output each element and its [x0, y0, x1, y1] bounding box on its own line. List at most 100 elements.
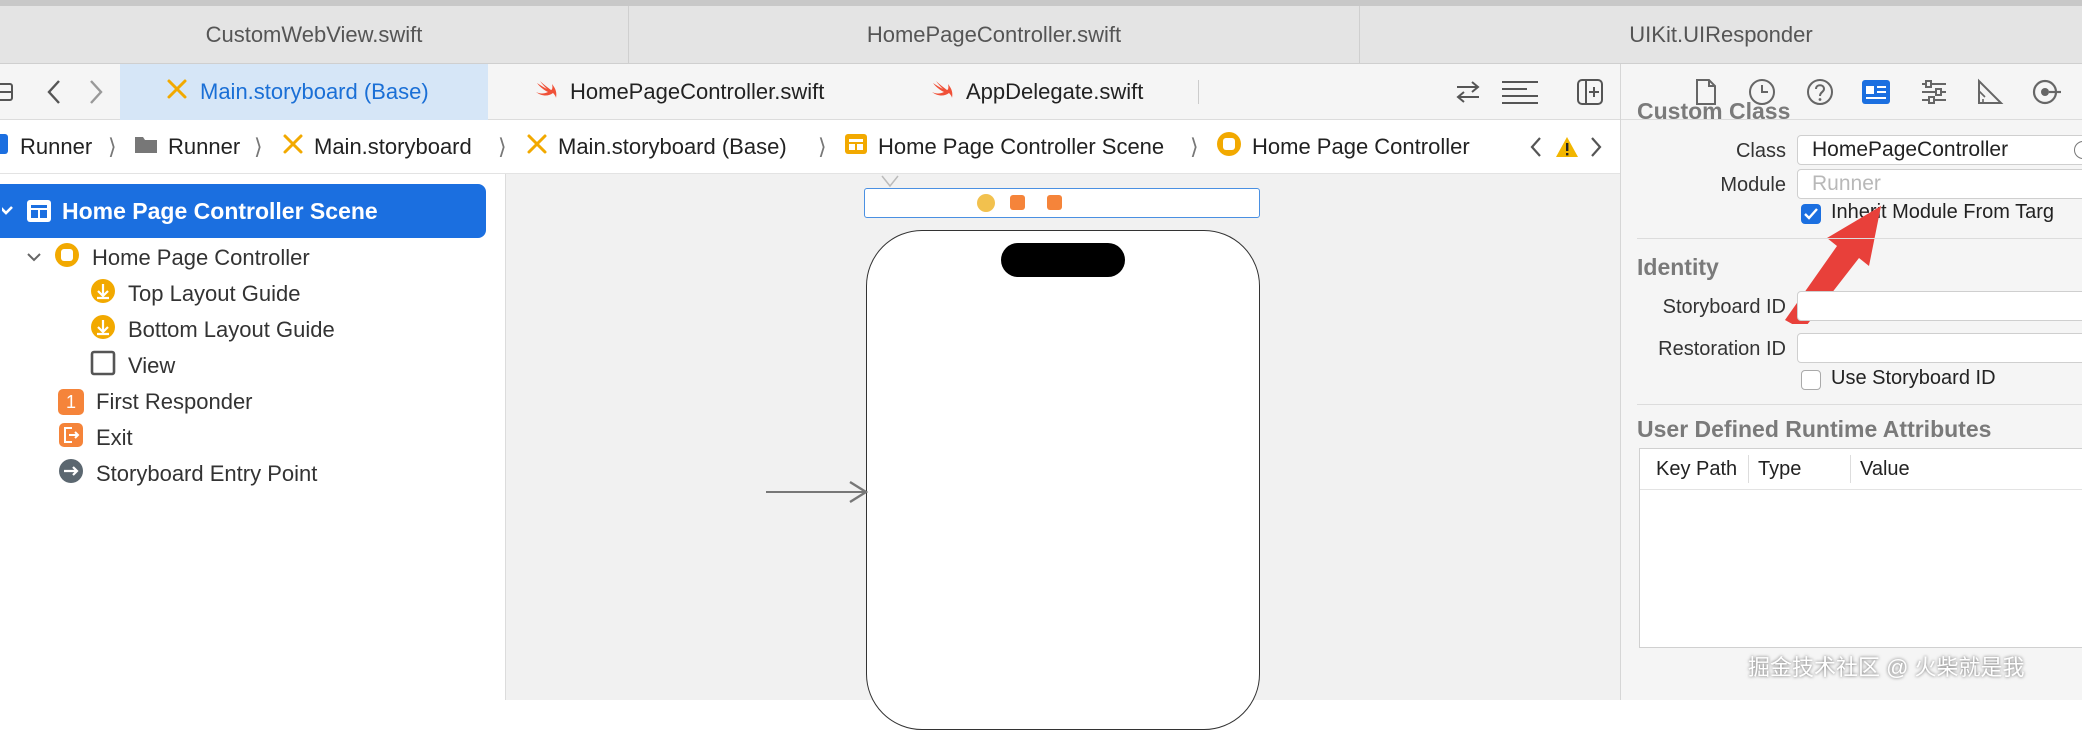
column-type[interactable]: Type — [1758, 458, 1801, 481]
breadcrumb-controller[interactable]: Home Page Controller — [1216, 120, 1470, 174]
go-to-class-arrow-icon[interactable] — [2074, 141, 2082, 159]
project-icon — [0, 132, 10, 162]
breadcrumb-label: Main.storyboard — [314, 134, 472, 159]
outline-item-first-responder[interactable]: 1 First Responder — [58, 385, 253, 419]
module-field-placeholder: Runner — [1812, 172, 1881, 195]
previous-issue-icon[interactable] — [1526, 132, 1546, 162]
runtime-attributes-title: User Defined Runtime Attributes — [1637, 416, 1992, 442]
breadcrumb-scene[interactable]: Home Page Controller Scene — [844, 120, 1164, 174]
class-label: Class — [1735, 140, 1786, 162]
dock-first-responder-icon[interactable] — [1010, 195, 1025, 210]
dynamic-island — [1001, 243, 1125, 277]
editor-toolbar: Main.storyboard (Base) HomePageControlle… — [0, 64, 1620, 120]
view-controller-icon — [1216, 131, 1242, 163]
iphone-frame[interactable] — [866, 230, 1260, 730]
storyboard-id-label: Storyboard ID — [1662, 296, 1786, 318]
breadcrumb-runner-folder[interactable]: Runner — [134, 120, 240, 174]
exit-icon — [58, 422, 84, 454]
editor-tab-main-storyboard[interactable]: Main.storyboard (Base) — [120, 64, 488, 120]
lines-icon[interactable] — [1500, 76, 1540, 108]
section-divider — [1637, 238, 2082, 239]
document-outline: Home Page Controller Scene Home Page Con… — [0, 174, 506, 700]
help-inspector-icon[interactable] — [1803, 75, 1837, 109]
view-controller-icon — [54, 242, 80, 274]
restoration-id-field[interactable] — [1797, 333, 2082, 363]
add-editor-icon[interactable] — [1574, 76, 1606, 108]
breadcrumb-label: Main.storyboard (Base) — [558, 134, 787, 159]
swift-icon — [930, 78, 954, 106]
class-field-value: HomePageController — [1812, 138, 2009, 161]
outline-scene-label: Home Page Controller Scene — [62, 197, 378, 224]
storyboard-canvas[interactable] — [506, 174, 1620, 730]
chevron-right-icon: ⟩ — [1190, 134, 1199, 159]
breadcrumb-runner-project[interactable]: Runner — [0, 120, 92, 174]
class-field[interactable]: HomePageController — [1797, 135, 2082, 165]
connections-inspector-icon[interactable] — [2029, 75, 2063, 109]
inspector-panel: Custom Class Class HomePageController Mo… — [1620, 64, 2082, 700]
outline-item-exit[interactable]: Exit — [58, 421, 133, 455]
layout-guide-icon — [90, 278, 116, 310]
next-issue-icon[interactable] — [1586, 132, 1606, 162]
warning-icon[interactable] — [1554, 132, 1580, 162]
outline-item-label: Home Page Controller — [92, 245, 310, 270]
storyboard-icon — [166, 78, 188, 106]
chevron-right-icon: ⟩ — [498, 134, 507, 159]
outline-item-label: View — [128, 353, 176, 378]
breadcrumb-main-storyboard[interactable]: Main.storyboard — [282, 120, 472, 174]
outline-item-top-layout-guide[interactable]: Top Layout Guide — [90, 277, 300, 311]
outline-item-view[interactable]: View — [90, 349, 175, 383]
outline-item-bottom-layout-guide[interactable]: Bottom Layout Guide — [90, 313, 335, 347]
chevron-right-icon: ⟩ — [108, 134, 117, 159]
breadcrumb-label: Runner — [168, 134, 241, 159]
breadcrumb-label: Runner — [20, 134, 93, 159]
breadcrumb-label: Home Page Controller Scene — [878, 134, 1165, 159]
folder-icon — [134, 134, 158, 160]
outline-item-label: Storyboard Entry Point — [96, 461, 318, 486]
use-storyboard-id-label: Use Storyboard ID — [1831, 367, 1996, 389]
storyboard-icon — [282, 133, 304, 161]
column-value[interactable]: Value — [1860, 458, 1910, 481]
chevron-right-icon: ⟩ — [254, 134, 263, 159]
size-inspector-icon[interactable] — [1973, 75, 2007, 109]
layout-guide-icon — [90, 314, 116, 346]
column-key-path[interactable]: Key Path — [1656, 458, 1737, 481]
editor-tab-label: HomePageController.swift — [570, 79, 825, 104]
use-storyboard-id-checkbox[interactable] — [1801, 370, 1821, 390]
forward-chevron-icon[interactable] — [84, 76, 108, 108]
grid-icon[interactable] — [0, 78, 16, 106]
outline-item-controller[interactable]: Home Page Controller — [26, 241, 310, 275]
scene-icon — [26, 198, 52, 230]
chevron-right-icon: ⟩ — [818, 134, 827, 159]
dock-exit-icon[interactable] — [1047, 195, 1062, 210]
entry-point-icon — [58, 458, 84, 490]
scene-connector-icon — [881, 175, 899, 188]
custom-class-title: Custom Class — [1637, 98, 1791, 124]
restoration-id-label: Restoration ID — [1658, 338, 1786, 360]
file-tab-homepagecontroller[interactable]: HomePageController.swift — [629, 6, 1359, 64]
first-responder-icon: 1 — [58, 389, 84, 415]
entry-point-arrow-icon[interactable] — [766, 480, 872, 504]
swap-arrows-icon[interactable] — [1452, 76, 1484, 108]
view-icon — [90, 350, 116, 382]
runtime-attributes-table[interactable]: Key Path Type Value — [1639, 448, 2082, 648]
outline-item-label: First Responder — [96, 389, 253, 414]
outline-scene-row[interactable]: Home Page Controller Scene — [0, 184, 486, 238]
editor-tab-label: AppDelegate.swift — [966, 79, 1144, 104]
identity-inspector-icon[interactable] — [1859, 75, 1893, 109]
outline-item-entry-point[interactable]: Storyboard Entry Point — [58, 457, 317, 491]
attributes-inspector-icon[interactable] — [1917, 75, 1951, 109]
editor-tab-homepagecontroller[interactable]: HomePageController.swift — [534, 64, 824, 120]
dock-view-controller-icon[interactable] — [977, 194, 995, 212]
breadcrumb-main-storyboard-base[interactable]: Main.storyboard (Base) — [526, 120, 787, 174]
identity-title: Identity — [1637, 254, 1719, 280]
outline-item-label: Bottom Layout Guide — [128, 317, 335, 342]
storyboard-id-field[interactable] — [1797, 291, 2082, 321]
editor-tab-appdelegate[interactable]: AppDelegate.swift — [930, 64, 1143, 120]
file-tab-uiresponder[interactable]: UIKit.UIResponder — [1360, 6, 2082, 64]
file-tab-customwebview[interactable]: CustomWebView.swift — [0, 6, 628, 64]
tab-divider — [1198, 80, 1199, 104]
scene-icon — [844, 132, 868, 162]
back-chevron-icon[interactable] — [42, 76, 66, 108]
scene-dock[interactable] — [864, 188, 1260, 218]
module-label: Module — [1720, 174, 1786, 196]
